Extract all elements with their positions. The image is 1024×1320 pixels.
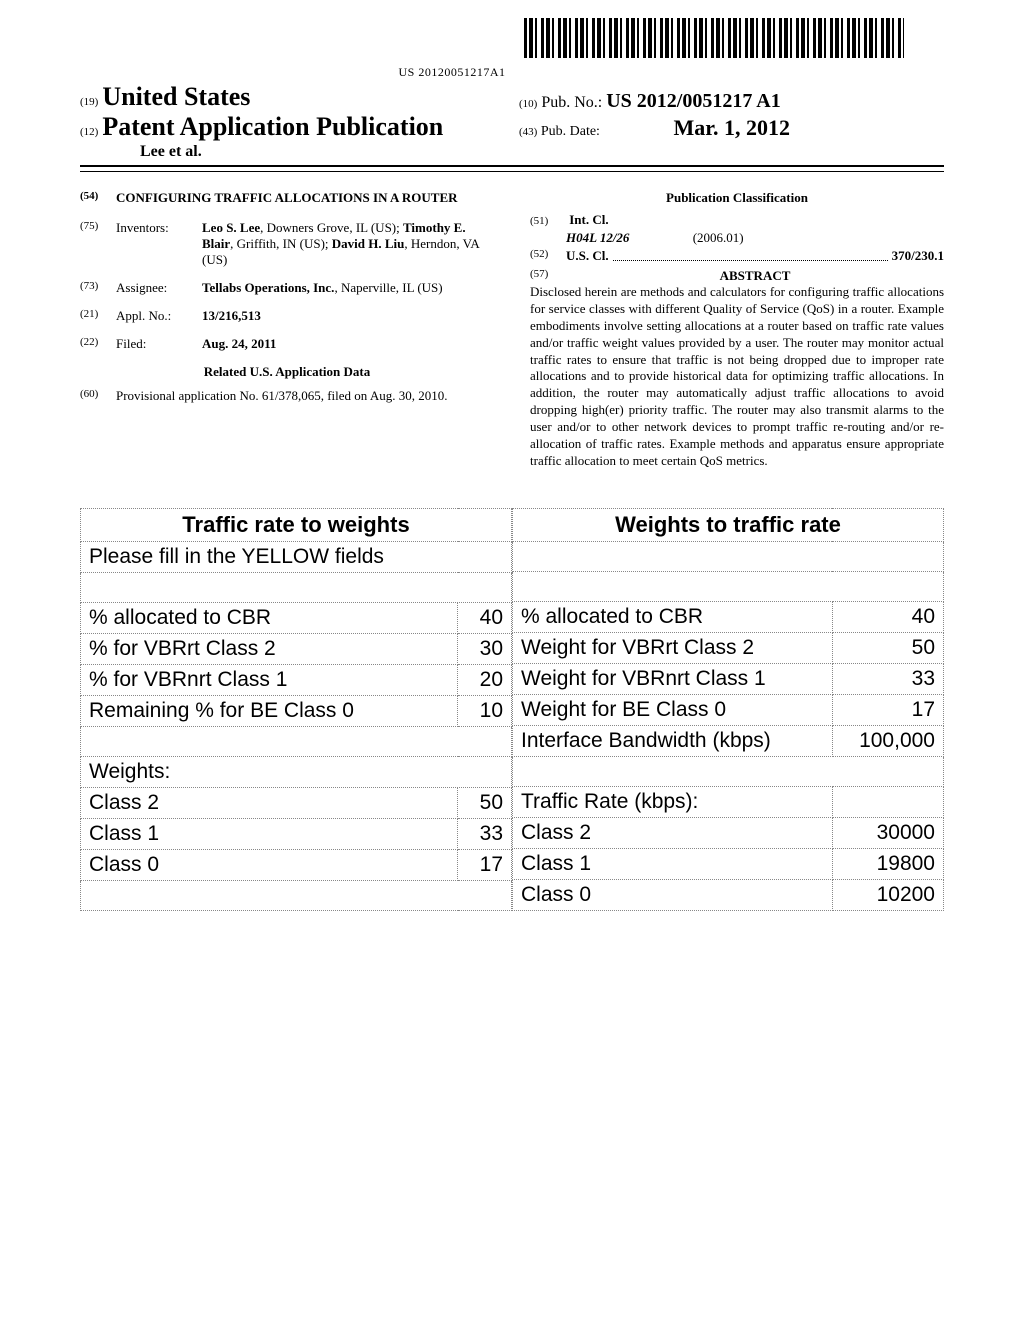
abstract-tag: (57) bbox=[530, 268, 566, 284]
left-table-instruction: Please fill in the YELLOW fields bbox=[81, 541, 512, 572]
table-row-label: Weight for VBRrt Class 2 bbox=[513, 632, 833, 663]
table-row-label: Class 0 bbox=[513, 879, 833, 910]
left-table: Traffic rate to weights Please fill in t… bbox=[80, 508, 512, 911]
inventors-value: Leo S. Lee, Downers Grove, IL (US); Timo… bbox=[202, 220, 494, 268]
applno-label: Appl. No.: bbox=[116, 308, 202, 324]
barcode-block: US 20120051217A1 bbox=[0, 0, 1024, 82]
table-row-value: 33 bbox=[458, 818, 512, 849]
right-table-header: Weights to traffic rate bbox=[513, 508, 944, 541]
invention-title: CONFIGURING TRAFFIC ALLOCATIONS IN A ROU… bbox=[116, 190, 494, 206]
table-row-label: % for VBRrt Class 2 bbox=[81, 633, 458, 664]
table-row-label: Interface Bandwidth (kbps) bbox=[513, 725, 833, 756]
dots-leader bbox=[613, 248, 888, 261]
table-row-label: Class 2 bbox=[513, 817, 833, 848]
table-row-value: 20 bbox=[458, 664, 512, 695]
table-row-value: 19800 bbox=[832, 848, 943, 879]
table-row-value: 33 bbox=[832, 663, 943, 694]
country: United States bbox=[102, 82, 250, 111]
pub-type: Patent Application Publication bbox=[102, 112, 443, 141]
related-header: Related U.S. Application Data bbox=[80, 364, 494, 380]
table-row-label: Class 2 bbox=[81, 787, 458, 818]
doc-header: (19) United States (12) Patent Applicati… bbox=[80, 82, 944, 167]
uscl-label: U.S. Cl. bbox=[566, 248, 609, 264]
filed-value: Aug. 24, 2011 bbox=[202, 336, 494, 352]
table-row-label: Class 0 bbox=[81, 849, 458, 880]
table-row-label: % allocated to CBR bbox=[81, 602, 458, 633]
left-table-header: Traffic rate to weights bbox=[81, 508, 512, 541]
inventors-tag: (75) bbox=[80, 220, 116, 268]
applno-value: 13/216,513 bbox=[202, 308, 494, 324]
inventors-label: Inventors: bbox=[116, 220, 202, 268]
uscl-tag: (52) bbox=[530, 248, 566, 264]
filed-label: Filed: bbox=[116, 336, 202, 352]
pub-type-tag: (12) bbox=[80, 126, 98, 138]
table-row-label: Weight for BE Class 0 bbox=[513, 694, 833, 725]
barcode-number: US 20120051217A1 bbox=[0, 65, 904, 80]
table-row-value: 17 bbox=[458, 849, 512, 880]
rate-header: Traffic Rate (kbps): bbox=[513, 786, 833, 817]
pub-date-label: Pub. Date: bbox=[541, 124, 600, 139]
table-row-value: 30 bbox=[458, 633, 512, 664]
applno-tag: (21) bbox=[80, 308, 116, 324]
table-row-label: Remaining % for BE Class 0 bbox=[81, 695, 458, 726]
table-row-label: % allocated to CBR bbox=[513, 601, 833, 632]
intcl-code: H04L 12/26 bbox=[566, 230, 629, 245]
table-row-value: 40 bbox=[458, 602, 512, 633]
intcl-label: Int. Cl. bbox=[569, 212, 608, 227]
table-row-value: 100,000 bbox=[832, 725, 943, 756]
authors: Lee et al. bbox=[80, 143, 505, 161]
title-tag: (54) bbox=[80, 190, 116, 206]
pub-no-label: Pub. No.: bbox=[541, 94, 602, 111]
assignee-value: Tellabs Operations, Inc., Naperville, IL… bbox=[202, 280, 494, 296]
table-row-value: 30000 bbox=[832, 817, 943, 848]
uscl-value: 370/230.1 bbox=[892, 248, 944, 264]
abstract-header: ABSTRACT bbox=[566, 268, 944, 284]
filed-tag: (22) bbox=[80, 336, 116, 352]
table-row-value: 10200 bbox=[832, 879, 943, 910]
left-column: (54) CONFIGURING TRAFFIC ALLOCATIONS IN … bbox=[80, 190, 512, 470]
prov-tag: (60) bbox=[80, 388, 116, 404]
table-row-value: 50 bbox=[458, 787, 512, 818]
figure-tables: Traffic rate to weights Please fill in t… bbox=[80, 508, 944, 911]
intcl-tag: (51) bbox=[530, 215, 566, 227]
right-table: Weights to traffic rate % allocated to C… bbox=[512, 508, 944, 911]
pub-class-header: Publication Classification bbox=[530, 190, 944, 206]
pub-date-tag: (43) bbox=[519, 126, 537, 138]
pub-no-value: US 2012/0051217 A1 bbox=[606, 90, 780, 112]
table-row-value: 40 bbox=[832, 601, 943, 632]
table-row-value: 10 bbox=[458, 695, 512, 726]
weights-header: Weights: bbox=[81, 756, 512, 787]
divider bbox=[80, 171, 944, 172]
assignee-tag: (73) bbox=[80, 280, 116, 296]
table-row-label: Class 1 bbox=[513, 848, 833, 879]
table-row-label: Weight for VBRnrt Class 1 bbox=[513, 663, 833, 694]
assignee-label: Assignee: bbox=[116, 280, 202, 296]
table-row-label: Class 1 bbox=[81, 818, 458, 849]
abstract-body: Disclosed herein are methods and calcula… bbox=[530, 284, 944, 470]
country-tag: (19) bbox=[80, 96, 98, 108]
table-row-value: 17 bbox=[832, 694, 943, 725]
prov-text: Provisional application No. 61/378,065, … bbox=[116, 388, 494, 404]
pub-no-tag: (10) bbox=[519, 98, 537, 110]
right-column: Publication Classification (51) Int. Cl.… bbox=[512, 190, 944, 470]
table-row-value: 50 bbox=[832, 632, 943, 663]
intcl-date: (2006.01) bbox=[693, 230, 744, 245]
table-row-label: % for VBRnrt Class 1 bbox=[81, 664, 458, 695]
barcode-icon bbox=[524, 18, 904, 58]
pub-date-value: Mar. 1, 2012 bbox=[673, 115, 790, 140]
